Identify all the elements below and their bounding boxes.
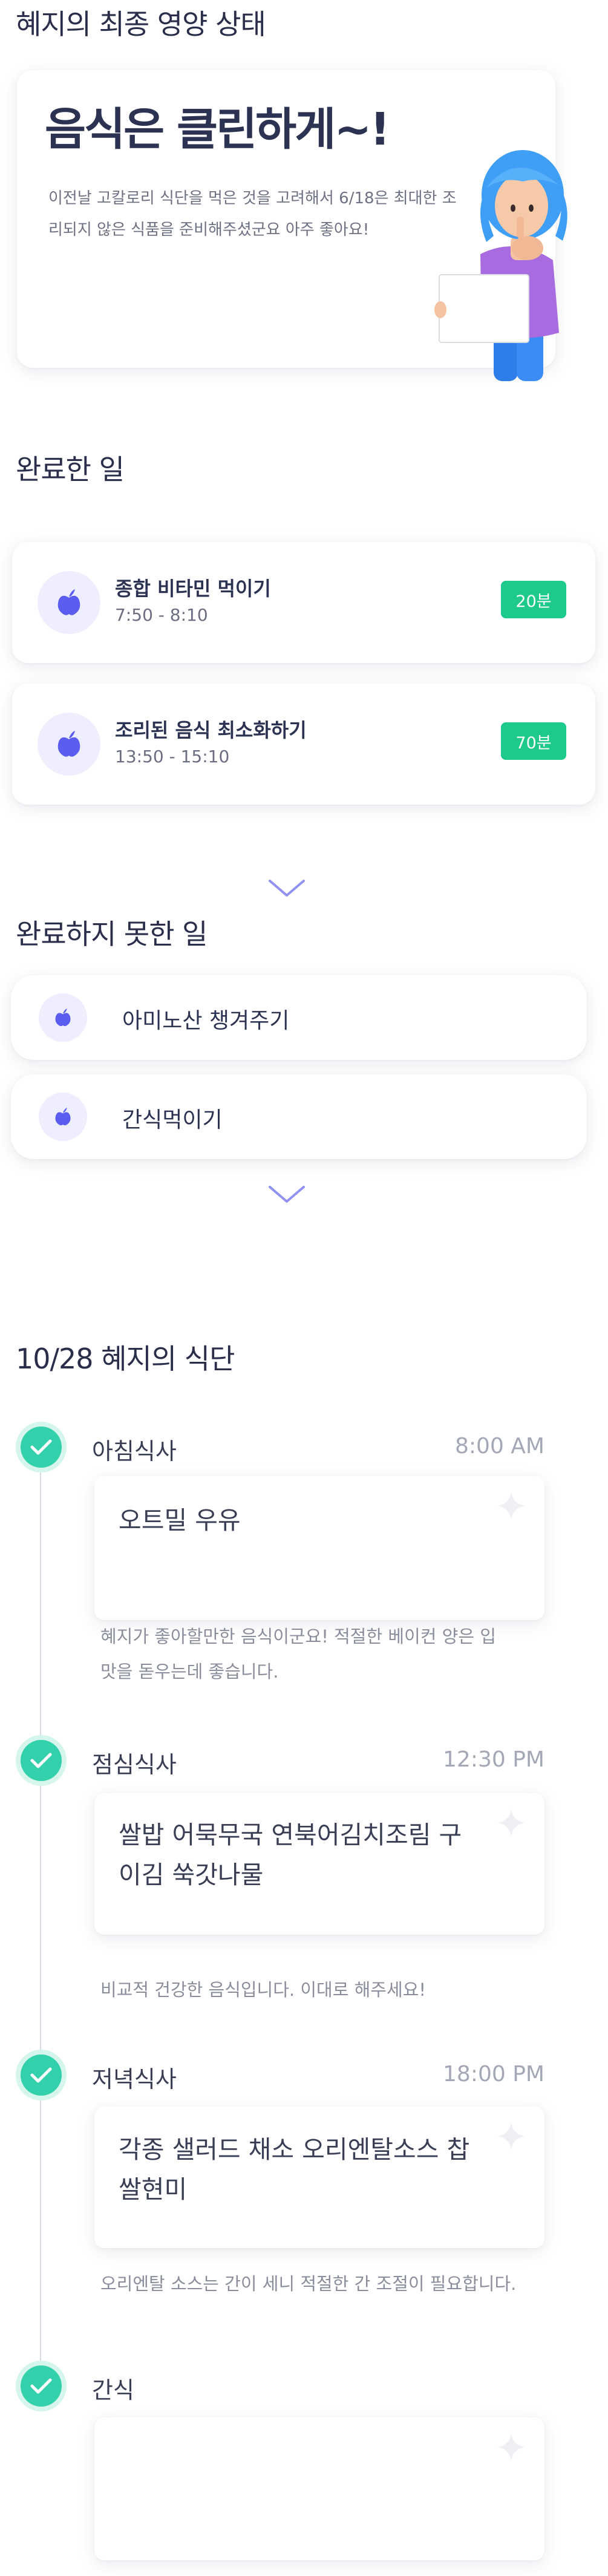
meal-time: 8:00 AM — [455, 1434, 544, 1459]
incomplete-task-card[interactable]: 간식먹이기 — [11, 1074, 587, 1159]
meal-timeline — [40, 1448, 41, 2368]
completed-task-card[interactable]: 종합 비타민 먹이기 7:50 - 8:10 20분 — [12, 542, 595, 663]
meal-check-icon — [21, 1740, 62, 1781]
expand-chevron-icon[interactable] — [267, 1185, 306, 1205]
completed-task-card[interactable]: 조리된 음식 최소화하기 13:50 - 15:10 70분 — [12, 684, 595, 805]
nutrition-description: 이전날 고칼로리 식단을 먹은 것을 고려해서 6/18은 최대한 조리되지 않… — [48, 189, 457, 239]
nutrition-headline: 음식은 클린하게~! — [45, 103, 390, 155]
nutrition-section-title: 혜지의 최종 영양 상태 — [16, 8, 266, 41]
apple-icon — [55, 1008, 71, 1027]
completed-section-title: 완료한 일 — [16, 453, 125, 486]
sparkle-icon — [497, 1809, 525, 1837]
incomplete-section-title: 완료하지 못한 일 — [16, 918, 208, 950]
meal-name: 점심식사 — [92, 1751, 177, 1778]
meal-food: 오트밀 우유 — [119, 1506, 241, 1535]
apple-icon — [57, 589, 80, 615]
completed-task-title: 조리된 음식 최소화하기 — [115, 719, 307, 742]
completed-task-time: 13:50 - 15:10 — [115, 747, 230, 767]
incomplete-task-card[interactable]: 아미노산 챙겨주기 — [11, 975, 587, 1060]
meal-check-icon — [21, 1427, 62, 1468]
duration-badge: 70분 — [501, 722, 566, 760]
expand-chevron-icon[interactable] — [267, 878, 306, 899]
duration-badge: 20분 — [501, 581, 566, 618]
completed-task-title: 종합 비타민 먹이기 — [115, 577, 271, 600]
diet-section-title: 10/28 혜지의 식단 — [16, 1342, 235, 1375]
incomplete-task-label: 간식먹이기 — [122, 1108, 223, 1133]
sparkle-icon — [497, 2433, 525, 2461]
meal-name: 저녁식사 — [92, 2066, 177, 2093]
sparkle-icon — [497, 1492, 525, 1520]
task-icon-circle — [39, 993, 87, 1042]
meal-name: 아침식사 — [92, 1438, 177, 1465]
meal-food: 각종 샐러드 채소 오리엔탈소스 찹쌀현미 — [119, 2135, 470, 2204]
meal-card[interactable]: 각종 샐러드 채소 오리엔탈소스 찹쌀현미 — [94, 2107, 544, 2248]
task-icon-circle — [38, 713, 100, 776]
meal-card[interactable]: 쌀밥 어묵무국 연북어김치조림 구이김 쑥갓나물 — [94, 1793, 544, 1935]
task-icon-circle — [38, 571, 100, 634]
character-illustration — [434, 150, 567, 381]
apple-icon — [55, 1108, 71, 1126]
completed-task-time: 7:50 - 8:10 — [115, 605, 208, 625]
sparkle-icon — [497, 2122, 525, 2150]
meal-food: 쌀밥 어묵무국 연북어김치조림 구이김 쑥갓나물 — [119, 1820, 462, 1889]
meal-card[interactable]: 오트밀 우유 — [94, 1476, 544, 1620]
meal-name: 간식 — [92, 2377, 134, 2404]
incomplete-task-label: 아미노산 챙겨주기 — [122, 1008, 290, 1033]
meal-time: 12:30 PM — [443, 1747, 544, 1772]
meal-note: 비교적 건강한 음식입니다. 이대로 해주세요! — [100, 1979, 426, 2000]
meal-note: 오리엔탈 소스는 간이 세니 적절한 간 조절이 필요합니다. — [100, 2274, 517, 2294]
meal-check-icon — [21, 2365, 62, 2407]
meal-check-icon — [21, 2055, 62, 2096]
task-icon-circle — [39, 1093, 87, 1141]
apple-icon — [57, 731, 80, 757]
meal-card[interactable] — [94, 2417, 544, 2560]
meal-time: 18:00 PM — [443, 2062, 544, 2087]
meal-note: 혜지가 좋아할만한 음식이군요! 적절한 베이컨 양은 입맛을 돋우는데 좋습니… — [100, 1626, 496, 1682]
